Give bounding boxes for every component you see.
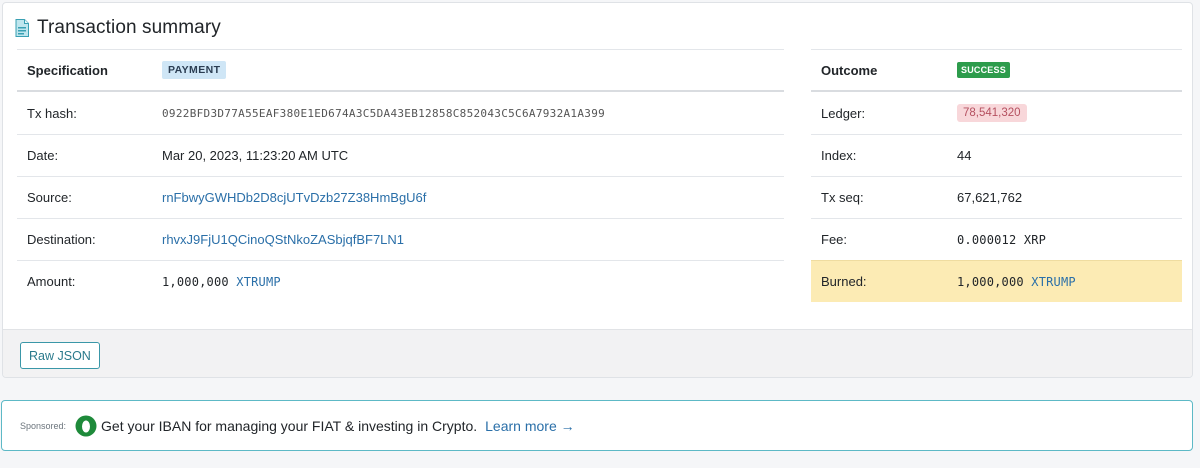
amount-currency-link[interactable]: XTRUMP (236, 275, 281, 289)
destination-row: Destination: rhvxJ9FjU1QCinoQStNkoZASbjq… (17, 218, 784, 260)
outcome-header: Outcome (821, 62, 878, 78)
amount-number: 1,000,000 (162, 274, 229, 289)
burned-currency-link[interactable]: XTRUMP (1031, 275, 1076, 289)
tx-seq-label: Tx seq: (821, 190, 864, 205)
transaction-type-badge: PAYMENT (162, 61, 227, 79)
amount-row: Amount: 1,000,000 XTRUMP (17, 260, 784, 302)
index-label: Index: (821, 148, 857, 163)
tx-hash-value: 0922BFD3D77A55EAF380E1ED674A3C5DA43EB128… (162, 106, 606, 120)
status-badge: SUCCESS (957, 62, 1010, 78)
destination-label: Destination: (27, 232, 96, 247)
ledger-row: Ledger: 78,541,320 (811, 92, 1182, 134)
specification-table: Specification PAYMENT Tx hash: 0922BFD3D… (17, 49, 784, 302)
burned-number: 1,000,000 (957, 274, 1024, 289)
card-footer: Raw JSON (3, 329, 1192, 377)
source-address-link[interactable]: rnFbwyGWHDb2D8cjUTvDzb27Z38HmBgU6f (162, 190, 426, 205)
ledger-value-link[interactable]: 78,541,320 (957, 104, 1027, 122)
fee-row: Fee: 0.000012 XRP (811, 218, 1182, 260)
transaction-summary-card: Transaction summary Specification PAYMEN… (2, 2, 1193, 378)
source-label: Source: (27, 190, 72, 205)
date-value: Mar 20, 2023, 11:23:20 AM UTC (162, 148, 349, 163)
index-row: Index: 44 (811, 134, 1182, 176)
amount-value: 1,000,000 XTRUMP (162, 275, 281, 289)
specification-header-row: Specification PAYMENT (17, 49, 784, 92)
sponsored-label: Sponsored: (20, 420, 67, 431)
outcome-table: Outcome SUCCESS Ledger: 78,541,320 Index… (811, 49, 1182, 302)
burned-value: 1,000,000 XTRUMP (957, 275, 1076, 289)
source-row: Source: rnFbwyGWHDb2D8cjUTvDzb27Z38HmBgU… (17, 176, 784, 218)
date-row: Date: Mar 20, 2023, 11:23:20 AM UTC (17, 134, 784, 176)
ledger-label: Ledger: (821, 105, 866, 121)
outcome-header-row: Outcome SUCCESS (811, 49, 1182, 92)
amount-label: Amount: (27, 274, 76, 289)
card-header: Transaction summary (15, 16, 221, 40)
specification-header: Specification (27, 62, 108, 78)
tx-seq-value: 67,621,762 (957, 190, 1023, 205)
page-title: Transaction summary (37, 17, 221, 38)
tx-hash-row: Tx hash: 0922BFD3D77A55EAF380E1ED674A3C5… (17, 92, 784, 134)
fee-label: Fee: (821, 232, 848, 247)
burned-row: Burned: 1,000,000 XTRUMP (811, 260, 1182, 302)
index-value: 44 (957, 148, 972, 163)
document-icon (15, 19, 29, 37)
sponsor-text: Get your IBAN for managing your FIAT & i… (101, 417, 478, 434)
date-label: Date: (27, 148, 59, 163)
destination-address-link[interactable]: rhvxJ9FjU1QCinoQStNkoZASbjqfBF7LN1 (162, 232, 404, 247)
tx-seq-row: Tx seq: 67,621,762 (811, 176, 1182, 218)
fee-value: 0.000012 XRP (957, 232, 1047, 247)
burned-label: Burned: (821, 274, 867, 289)
tx-hash-label: Tx hash: (27, 105, 77, 121)
raw-json-button[interactable]: Raw JSON (20, 342, 100, 369)
learn-more-link[interactable]: Learn more → (485, 418, 574, 434)
sponsored-banner[interactable]: Sponsored: Get your IBAN for managing yo… (1, 400, 1193, 451)
sponsor-logo-icon (75, 415, 97, 436)
